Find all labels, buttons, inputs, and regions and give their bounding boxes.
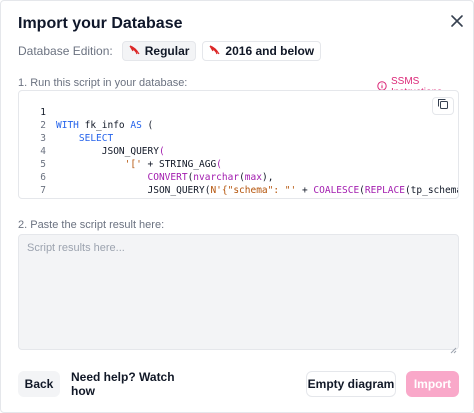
- edition-regular-label: Regular: [144, 44, 190, 58]
- dialog-title: Import your Database: [18, 15, 183, 32]
- line-number: 8: [19, 197, 46, 198]
- sql-server-icon: [129, 44, 145, 58]
- code-text: WITH fk_info AS (: [56, 120, 154, 131]
- code-line: 1 WITH fk_info AS (: [19, 93, 153, 131]
- code-line: 5 CONVERT(nvarchar(max),: [19, 145, 273, 183]
- code-line: 3 JSON_QUERY(: [19, 119, 164, 157]
- step1-label: 1. Run this script in your database:: [18, 77, 188, 89]
- import-database-dialog: Import your Database Database Edition: R…: [0, 0, 474, 413]
- sql-server-icon: [209, 44, 225, 58]
- database-edition-row: Database Edition: Regular 2016 and below: [18, 41, 327, 61]
- back-button[interactable]: Back: [18, 371, 60, 397]
- import-button[interactable]: Import: [406, 371, 459, 397]
- close-icon[interactable]: [449, 13, 465, 29]
- empty-diagram-button[interactable]: Empty diagram: [306, 371, 396, 397]
- code-line: 7 '", "table": "' + COALESCE(REPLACE(tp.…: [19, 171, 53, 196]
- help-watch-link[interactable]: Need help? Watch how: [71, 370, 183, 398]
- script-result-input[interactable]: [18, 234, 459, 350]
- code-text: '", "table": "' + COALESCE(REPLACE(tp.na…: [56, 197, 445, 198]
- code-text: CONVERT(nvarchar(max),: [147, 172, 274, 183]
- database-edition-label: Database Edition:: [18, 44, 113, 58]
- edition-2016-label: 2016 and below: [225, 44, 315, 58]
- code-text: JSON_QUERY(N'{"schema": "' + COALESCE(RE…: [56, 185, 459, 196]
- code-text: '[' + STRING_AGG(: [124, 159, 222, 170]
- edition-regular-button[interactable]: Regular: [121, 41, 197, 61]
- code-line: 6 JSON_QUERY(N'{"schema": "' + COALESCE(…: [19, 158, 458, 196]
- copy-icon: [437, 97, 449, 115]
- script-code-editor[interactable]: 1 WITH fk_info AS ( 2 SELECT 3 JSON_QUER…: [18, 90, 459, 199]
- code-line: 2 SELECT: [19, 106, 113, 144]
- edition-2016-button[interactable]: 2016 and below: [202, 41, 322, 61]
- code-text: JSON_QUERY(: [56, 146, 165, 157]
- resize-handle[interactable]: [450, 341, 457, 354]
- step2-label: 2. Paste the script result here:: [18, 219, 165, 231]
- copy-script-button[interactable]: [432, 97, 454, 115]
- code-line: 4 '[' + STRING_AGG(: [19, 132, 222, 170]
- code-line: 8 '", "column": "' + COALESCE(REPLACE(cp…: [19, 184, 53, 197]
- code-text: SELECT: [78, 133, 114, 144]
